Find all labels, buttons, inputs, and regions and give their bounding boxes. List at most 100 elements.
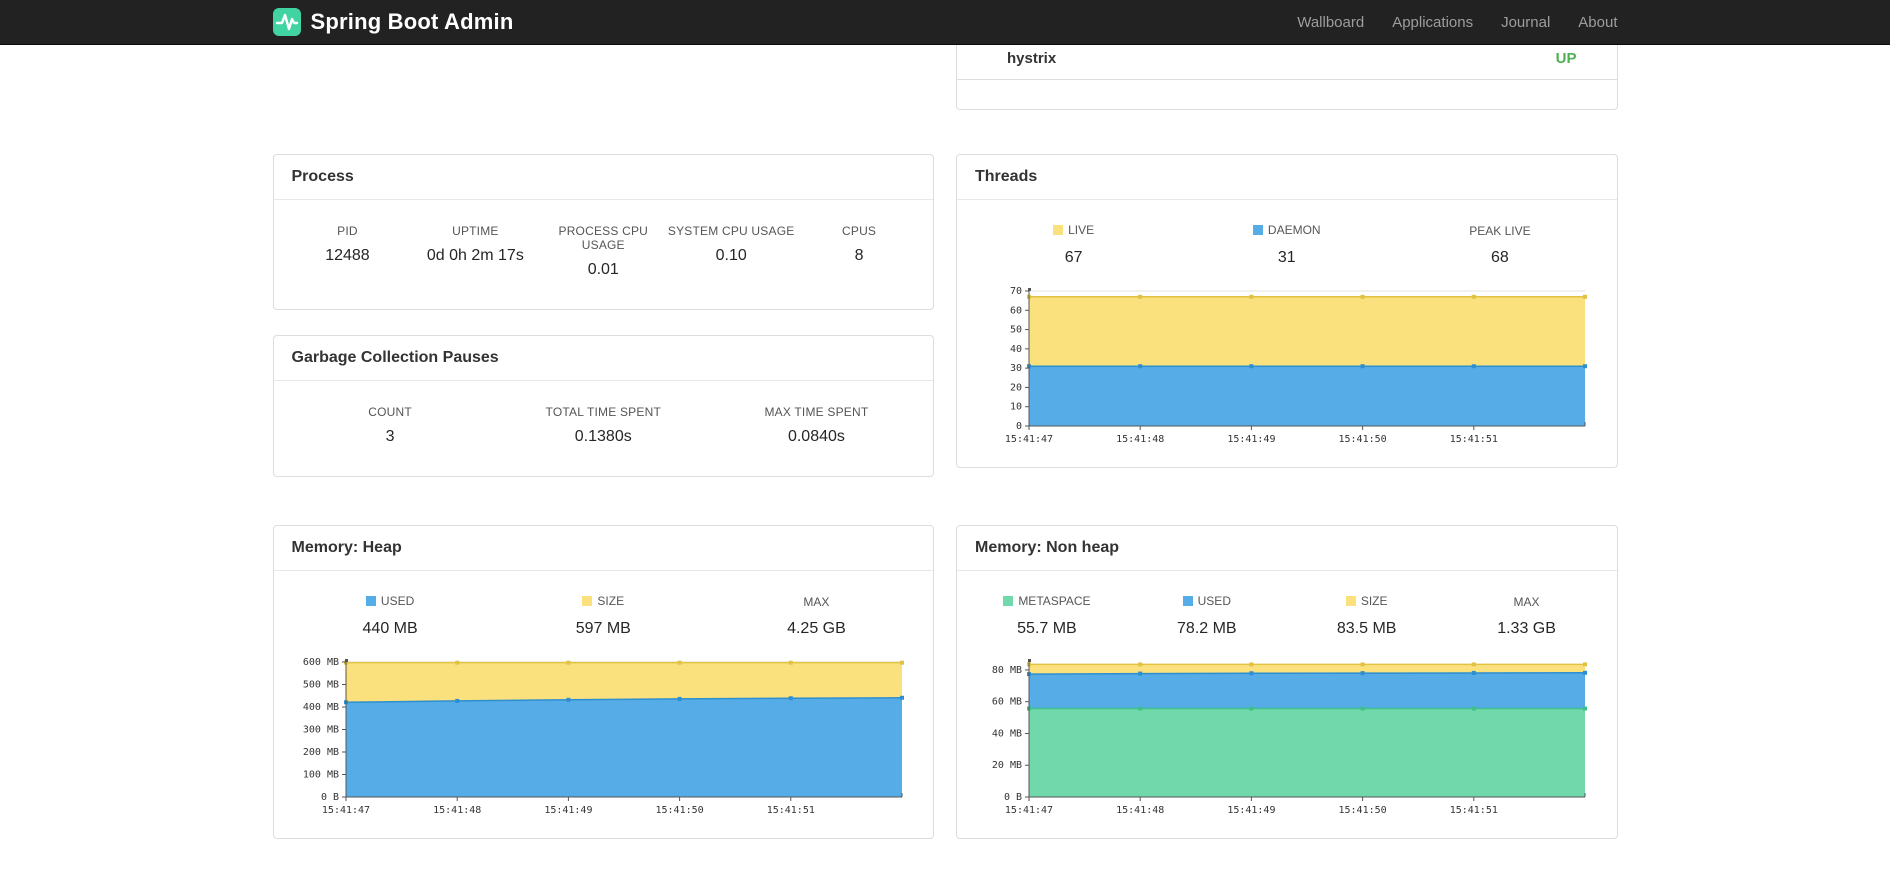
nonheap-legend: METASPACE 55.7 MB USED 78.2 MB SIZE 83.5… <box>957 571 1617 640</box>
gc-card-title: Garbage Collection Pauses <box>273 336 933 381</box>
metric-uptime: UPTIME 0d 0h 2m 17s <box>411 224 539 279</box>
svg-text:15:41:49: 15:41:49 <box>1227 805 1275 816</box>
legend-value: 440 MB <box>362 620 418 637</box>
spring-boot-admin-logo-icon <box>272 8 301 36</box>
svg-text:10: 10 <box>1010 402 1022 413</box>
legend-swatch-icon <box>1182 596 1193 606</box>
svg-text:15:41:47: 15:41:47 <box>1005 434 1053 445</box>
legend-label: SIZE <box>1360 594 1388 608</box>
left-column: Process PID 12488 UPTIME 0d 0h 2m 17s PR… <box>272 154 934 477</box>
legend-used: USED 440 MB <box>284 593 497 638</box>
legend-size: SIZE 597 MB <box>497 593 710 638</box>
metric-label: PID <box>337 224 358 238</box>
legend-daemon: DAEMON 31 <box>1180 222 1393 267</box>
nav-link-journal[interactable]: Journal <box>1487 14 1564 31</box>
legend-value: 597 MB <box>575 620 631 637</box>
metric-value: 0.01 <box>587 261 619 278</box>
metric-label: MAX TIME SPENT <box>764 405 869 419</box>
svg-text:20: 20 <box>1010 382 1022 393</box>
svg-text:40 MB: 40 MB <box>992 728 1022 739</box>
legend-swatch-icon <box>365 596 376 606</box>
legend-used: USED 78.2 MB <box>1127 593 1287 638</box>
legend-label: USED <box>1197 594 1231 608</box>
metric-system-cpu-usage: SYSTEM CPU USAGE 0.10 <box>667 224 795 279</box>
legend-size: SIZE 83.5 MB <box>1287 593 1447 638</box>
svg-text:15:41:49: 15:41:49 <box>1227 434 1275 445</box>
gc-metrics: COUNT 3 TOTAL TIME SPENT 0.1380s MAX TIM… <box>274 381 934 476</box>
svg-text:20 MB: 20 MB <box>992 760 1022 771</box>
metric-label: TOTAL TIME SPENT <box>545 405 661 419</box>
svg-text:15:41:50: 15:41:50 <box>655 805 703 816</box>
svg-text:15:41:49: 15:41:49 <box>544 805 592 816</box>
legend-value: 68 <box>1491 249 1509 266</box>
svg-text:70: 70 <box>1010 286 1022 297</box>
metric-label: SYSTEM CPU USAGE <box>667 224 795 238</box>
svg-text:30: 30 <box>1010 363 1022 374</box>
application-row-hystrix[interactable]: hystrix UP <box>957 45 1617 80</box>
legend-swatch-icon <box>582 596 593 606</box>
metric-process-cpu-usage: PROCESS CPU USAGE 0.01 <box>539 224 667 279</box>
svg-text:15:41:50: 15:41:50 <box>1339 805 1387 816</box>
legend-value: 67 <box>1064 249 1083 266</box>
metric-value: 0.1380s <box>574 428 632 445</box>
svg-text:15:41:51: 15:41:51 <box>1450 434 1498 445</box>
main-content: hystrix UP Process PID 12488 UPTIME 0d 0… <box>272 45 1618 839</box>
metric-pid: PID 12488 <box>284 224 412 279</box>
metric-gc-max-time: MAX TIME SPENT 0.0840s <box>710 405 923 446</box>
heap-legend: USED 440 MB SIZE 597 MB MAX 4.25 GB <box>274 571 934 640</box>
brand-title: Spring Boot Admin <box>310 9 514 34</box>
process-card: Process PID 12488 UPTIME 0d 0h 2m 17s PR… <box>272 154 934 310</box>
threads-chart: 0 10 20 30 40 50 60 70 15:41:47 15:41:48 15:41:49 1… <box>957 269 1617 467</box>
svg-text:15:41:51: 15:41:51 <box>1450 805 1498 816</box>
svg-text:200 MB: 200 MB <box>302 747 338 758</box>
navbar: Spring Boot Admin Wallboard Applications… <box>0 0 1890 45</box>
memory-nonheap-card-title: Memory: Non heap <box>957 526 1617 571</box>
metric-cpus: CPUS 8 <box>795 224 923 279</box>
applications-panel-spacer <box>957 80 1617 109</box>
metric-value: 3 <box>385 428 395 445</box>
legend-value: 1.33 GB <box>1497 620 1556 637</box>
status-badge: UP <box>1555 50 1577 67</box>
gc-card: Garbage Collection Pauses COUNT 3 TOTAL … <box>272 335 934 477</box>
svg-text:0: 0 <box>1016 421 1022 432</box>
svg-text:300 MB: 300 MB <box>302 725 338 736</box>
legend-value: 55.7 MB <box>1017 620 1077 637</box>
legend-peak-live: PEAK LIVE 68 <box>1393 222 1606 267</box>
legend-label: DAEMON <box>1267 223 1321 237</box>
brand-link[interactable]: Spring Boot Admin <box>272 8 514 36</box>
threads-card: Threads LIVE 67 DAEMON 31 PEAK LIVE 68 0… <box>956 154 1618 468</box>
legend-label: USED <box>380 594 415 608</box>
process-card-title: Process <box>273 155 933 200</box>
nav-link-about[interactable]: About <box>1564 14 1617 31</box>
application-name: hystrix <box>1007 50 1057 67</box>
threads-card-title: Threads <box>957 155 1617 200</box>
metric-value: 12488 <box>325 247 370 264</box>
svg-text:600 MB: 600 MB <box>302 657 338 668</box>
svg-text:80 MB: 80 MB <box>992 665 1022 676</box>
legend-value: 83.5 MB <box>1336 620 1397 637</box>
svg-text:100 MB: 100 MB <box>302 770 338 781</box>
metric-gc-count: COUNT 3 <box>284 405 497 446</box>
memory-heap-card: Memory: Heap USED 440 MB SIZE 597 MB MAX… <box>272 525 934 839</box>
metric-value: 0d 0h 2m 17s <box>426 247 524 264</box>
legend-swatch-icon <box>1003 596 1014 606</box>
legend-swatch-icon <box>1345 596 1356 606</box>
svg-text:500 MB: 500 MB <box>302 680 338 691</box>
legend-max: MAX 1.33 GB <box>1447 593 1607 638</box>
nav-link-applications[interactable]: Applications <box>1378 14 1487 31</box>
memory-nonheap-chart: 0 B 20 MB 40 MB 60 MB 80 MB 15:41:47 15:41:48 1… <box>957 640 1617 838</box>
metric-gc-total-time: TOTAL TIME SPENT 0.1380s <box>497 405 710 446</box>
metric-value: 0.0840s <box>787 428 845 445</box>
svg-text:60: 60 <box>1010 305 1022 316</box>
svg-text:60 MB: 60 MB <box>992 697 1022 708</box>
svg-text:50: 50 <box>1010 325 1022 336</box>
svg-text:0 B: 0 B <box>320 792 338 803</box>
right-column: Threads LIVE 67 DAEMON 31 PEAK LIVE 68 0… <box>956 154 1618 477</box>
nav-link-wallboard[interactable]: Wallboard <box>1283 14 1378 31</box>
svg-text:0 B: 0 B <box>1004 792 1022 803</box>
legend-label: MAX <box>803 595 830 609</box>
legend-label: METASPACE <box>1018 594 1091 608</box>
legend-value: 78.2 MB <box>1177 620 1237 637</box>
threads-legend: LIVE 67 DAEMON 31 PEAK LIVE 68 <box>957 200 1617 269</box>
svg-text:15:41:47: 15:41:47 <box>321 805 369 816</box>
